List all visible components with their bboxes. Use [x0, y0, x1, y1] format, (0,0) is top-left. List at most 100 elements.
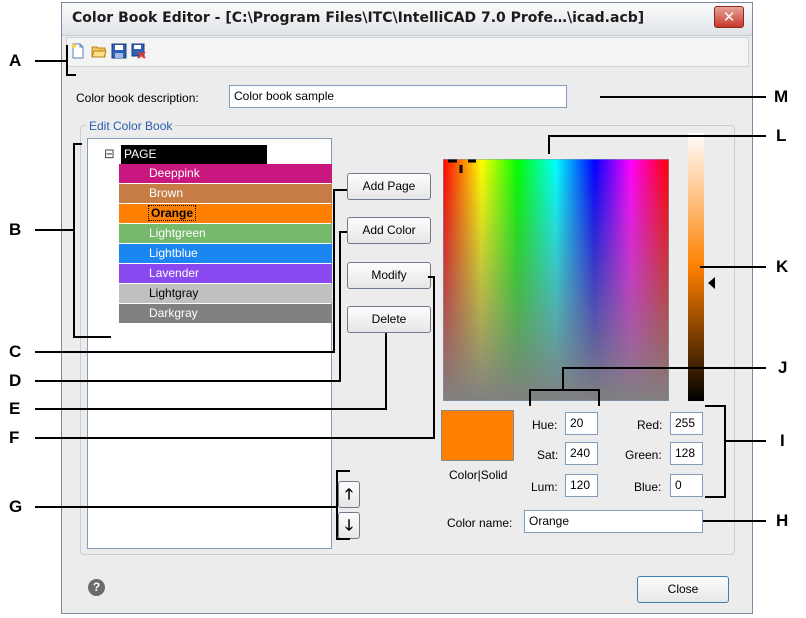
leader-e-up [385, 333, 387, 410]
red-label: Red: [637, 418, 663, 432]
add-color-button[interactable]: Add Color [347, 217, 431, 244]
leader-h [703, 520, 766, 522]
callout-j: J [778, 358, 788, 377]
tree-item[interactable]: Lightgreen [119, 224, 332, 243]
leader-j-right [598, 389, 600, 406]
callout-k: K [776, 257, 789, 276]
green-field[interactable]: 128 [670, 442, 703, 465]
tree-item-label: Lightblue [149, 246, 198, 260]
leader-c-up [333, 189, 335, 353]
help-icon[interactable]: ? [88, 579, 105, 596]
tree-item-label: Darkgray [149, 306, 198, 320]
leader-f-tip [428, 276, 435, 278]
leader-d [35, 380, 341, 382]
leader-i [724, 440, 766, 442]
leader-j-bar [529, 389, 600, 391]
move-down-button[interactable]: 🡓 [338, 512, 360, 539]
leader-g-bottom [336, 538, 350, 540]
toolbar [66, 37, 749, 67]
description-label: Color book description: [76, 91, 199, 105]
close-window-button[interactable]: ✕ [714, 6, 744, 28]
leader-g [35, 506, 337, 508]
leader-c [35, 351, 335, 353]
crosshair-cursor-icon [448, 159, 476, 173]
tree-item[interactable]: Deeppink [119, 164, 332, 183]
callout-f: F [9, 428, 20, 447]
callout-l: L [776, 126, 787, 145]
callout-i: I [780, 431, 785, 450]
leader-d-up [339, 231, 341, 382]
color-name-field[interactable]: Orange [524, 510, 703, 533]
leader-i-top [705, 405, 726, 407]
callout-a: A [9, 51, 22, 70]
close-button[interactable]: Close [637, 576, 729, 603]
color-preview-swatch [441, 410, 514, 461]
sat-label: Sat: [537, 448, 559, 462]
leader-b [35, 229, 75, 231]
window-title: Color Book Editor - [C:\Program Files\IT… [72, 10, 645, 26]
move-up-button[interactable]: 🡑 [338, 481, 360, 508]
leader-f [35, 437, 435, 439]
tree-item-label: Lightgray [149, 286, 199, 300]
lum-label: Lum: [531, 480, 558, 494]
callout-g: G [9, 497, 23, 516]
leader-b-top [73, 143, 82, 145]
add-page-button[interactable]: Add Page [347, 173, 431, 200]
blue-label: Blue: [634, 480, 662, 494]
save-icon[interactable] [111, 43, 127, 59]
tree-root-page[interactable]: PAGE [121, 145, 267, 164]
callout-h: H [776, 511, 789, 530]
tree-item[interactable]: Lightgray [119, 284, 332, 303]
leader-j-drop [562, 367, 564, 391]
tree-item[interactable]: Orange [119, 204, 332, 223]
color-preview-label: Color|Solid [449, 468, 508, 482]
callout-e: E [9, 399, 21, 418]
green-label: Green: [625, 448, 662, 462]
leader-g-top [336, 470, 350, 472]
tree-item[interactable]: Brown [119, 184, 332, 203]
callout-b: B [9, 220, 22, 239]
save-as-icon[interactable] [131, 43, 147, 59]
leader-l [548, 135, 766, 137]
leader-i-bottom [705, 496, 726, 498]
color-spectrum-picker[interactable] [443, 159, 669, 401]
leader-j-left [529, 389, 531, 406]
leader-k [700, 266, 766, 268]
leader-f-up [433, 276, 435, 439]
tree-item-label: Brown [149, 186, 184, 200]
hue-field[interactable]: 20 [565, 412, 598, 435]
lum-field[interactable]: 120 [565, 474, 598, 497]
leader-j [562, 367, 766, 369]
tree-item-label: Deeppink [149, 166, 200, 180]
leader-l-drop [548, 135, 550, 154]
leader-a-bracket-foot [66, 74, 76, 76]
leader-i-bracket [724, 405, 726, 498]
leader-e [35, 408, 387, 410]
leader-a [35, 60, 66, 62]
tree-item-label: Orange [147, 205, 197, 221]
leader-d-tip [339, 231, 347, 233]
hue-label: Hue: [532, 418, 558, 432]
modify-button[interactable]: Modify [347, 262, 431, 289]
tree-item[interactable]: Lavender [119, 264, 332, 283]
description-field[interactable]: Color book sample [229, 85, 567, 108]
color-name-label: Color name: [447, 516, 513, 530]
group-label: Edit Color Book [86, 119, 176, 133]
sat-field[interactable]: 240 [565, 442, 598, 465]
collapse-toggle-icon[interactable]: ⊟ [104, 148, 115, 161]
delete-button[interactable]: Delete [347, 306, 431, 333]
new-icon[interactable] [70, 43, 86, 59]
leader-b-bottom [73, 336, 111, 338]
tree-item-label: Lightgreen [149, 226, 206, 240]
luminance-arrow-icon[interactable] [708, 277, 716, 289]
tree-item[interactable]: Lightblue [119, 244, 332, 263]
callout-d: D [9, 371, 22, 390]
red-field[interactable]: 255 [670, 412, 703, 435]
tree-item[interactable]: Darkgray [119, 304, 332, 323]
callout-c: C [9, 342, 22, 361]
blue-field[interactable]: 0 [670, 474, 703, 497]
tree-item-label: Lavender [149, 266, 200, 280]
open-icon[interactable] [91, 43, 107, 59]
leader-b-bracket [73, 143, 75, 338]
leader-g-bracket [336, 470, 338, 540]
